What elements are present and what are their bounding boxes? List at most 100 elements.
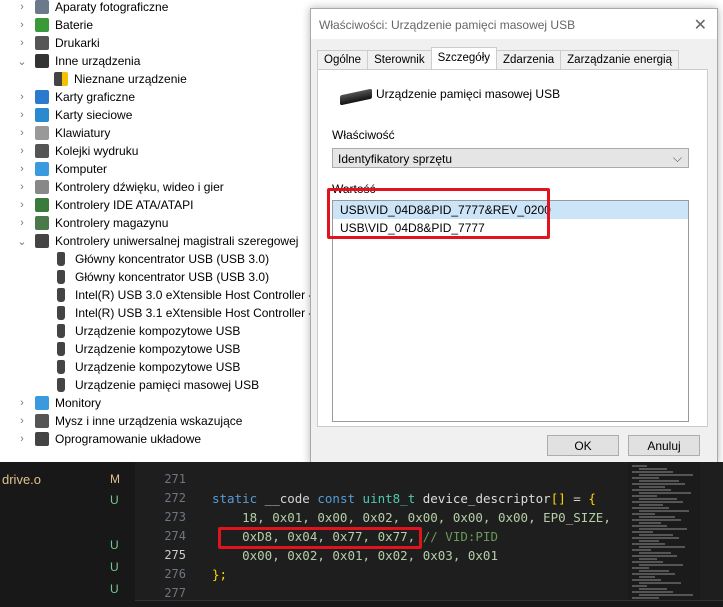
tree-label: Baterie xyxy=(55,18,94,32)
minimap-line xyxy=(639,504,663,506)
code-line-275[interactable]: 0x00, 0x02, 0x01, 0x02, 0x03, 0x01 xyxy=(212,548,498,563)
tab-power-management[interactable]: Zarządzanie energią xyxy=(560,50,679,70)
tree-device[interactable]: Główny koncentrator USB (USB 3.0) xyxy=(54,250,269,268)
chevron-right-icon[interactable]: › xyxy=(16,145,28,157)
close-icon[interactable]: ✕ xyxy=(694,15,707,35)
chevron-right-icon[interactable]: › xyxy=(16,397,28,409)
token: { xyxy=(588,491,596,506)
ok-button[interactable]: OK xyxy=(547,435,619,456)
minimap-line xyxy=(639,594,693,596)
tree-category[interactable]: ⌄ Kontrolery uniwersalnej magistrali szer… xyxy=(16,232,298,250)
minimap-line xyxy=(639,546,685,548)
minimap-line xyxy=(632,513,655,515)
chevron-right-icon[interactable]: › xyxy=(16,433,28,445)
tree-device[interactable]: Urządzenie kompozytowe USB xyxy=(54,322,240,340)
minimap-line xyxy=(632,579,661,581)
tree-label: Urządzenie kompozytowe USB xyxy=(75,324,241,338)
tree-category[interactable]: ⌄ Inne urządzenia xyxy=(16,52,140,70)
device-category-icon xyxy=(35,36,49,50)
tree-device[interactable]: Intel(R) USB 3.0 eXtensible Host Control… xyxy=(54,286,322,304)
tree-device[interactable]: Urządzenie kompozytowe USB xyxy=(54,340,240,358)
token: [] xyxy=(550,491,566,506)
device-category-icon xyxy=(35,216,49,230)
minimap-line xyxy=(639,552,671,554)
tree-category[interactable]: › Oprogramowanie układowe xyxy=(16,430,201,448)
tree-category[interactable]: › Klawiatury xyxy=(16,124,110,142)
minimap-line xyxy=(632,507,669,509)
tree-label: Klawiatury xyxy=(55,126,111,140)
tab-driver[interactable]: Sterownik xyxy=(367,50,432,70)
device-category-icon xyxy=(35,234,49,248)
chevron-right-icon[interactable]: › xyxy=(16,415,28,427)
tree-device[interactable]: Intel(R) USB 3.1 eXtensible Host Control… xyxy=(54,304,322,322)
tree-label: Komputer xyxy=(55,162,108,176)
device-category-icon xyxy=(35,180,49,194)
chevron-right-icon[interactable]: › xyxy=(16,91,28,103)
minimap-line xyxy=(632,537,679,539)
tree-category[interactable]: › Mysz i inne urządzenia wskazujące xyxy=(16,412,242,430)
cancel-button[interactable]: Anuluj xyxy=(628,435,700,456)
tab-details[interactable]: Szczegóły xyxy=(430,47,498,70)
minimap-line xyxy=(639,486,665,488)
file-item[interactable]: drive.o xyxy=(2,472,41,487)
tree-device[interactable]: Urządzenie pamięci masowej USB xyxy=(54,376,259,394)
tree-device[interactable]: Główny koncentrator USB (USB 3.0) xyxy=(54,268,269,286)
chevron-right-icon[interactable]: › xyxy=(16,1,28,13)
tree-category[interactable]: › Aparaty fotograficzne xyxy=(16,0,168,16)
tree-category[interactable]: › Karty sieciowe xyxy=(16,106,132,124)
code-line-273[interactable]: 18, 0x01, 0x00, 0x02, 0x00, 0x00, 0x00, … xyxy=(212,510,611,525)
minimap-line xyxy=(639,564,683,566)
tree-label: Główny koncentrator USB (USB 3.0) xyxy=(75,252,270,266)
minimap-line xyxy=(632,573,675,575)
tree-category[interactable]: › Kontrolery magazynu xyxy=(16,214,168,232)
minimap-line xyxy=(632,483,685,485)
tree-device[interactable]: Nieznane urządzenie xyxy=(54,70,187,88)
tree-device[interactable]: Urządzenie kompozytowe USB xyxy=(54,358,240,376)
minimap-line xyxy=(639,480,679,482)
tree-label: Mysz i inne urządzenia wskazujące xyxy=(55,414,243,428)
minimap-line xyxy=(632,495,657,497)
chevron-right-icon[interactable]: › xyxy=(16,127,28,139)
chevron-right-icon[interactable]: › xyxy=(16,19,28,31)
usb-icon xyxy=(57,270,65,284)
chevron-down-icon[interactable]: ⌄ xyxy=(16,235,28,248)
tree-category[interactable]: › Komputer xyxy=(16,160,107,178)
usb-icon xyxy=(57,252,65,266)
tab-events[interactable]: Zdarzenia xyxy=(496,50,562,70)
tree-category[interactable]: › Baterie xyxy=(16,16,93,34)
tree-label: Intel(R) USB 3.1 eXtensible Host Control… xyxy=(75,306,323,320)
git-status-untracked: U xyxy=(110,560,119,574)
token: const xyxy=(317,491,356,506)
tree-category[interactable]: › Kontrolery IDE ATA/ATAPI xyxy=(16,196,194,214)
token: uint8_t xyxy=(355,491,416,506)
device-category-icon xyxy=(35,414,49,428)
chevron-right-icon[interactable]: › xyxy=(16,217,28,229)
tree-label: Inne urządzenia xyxy=(55,54,141,68)
code-line-276[interactable]: }; xyxy=(212,567,227,582)
chevron-right-icon[interactable]: › xyxy=(16,37,28,49)
minimap-line xyxy=(639,534,673,536)
tree-category[interactable]: › Drukarki xyxy=(16,34,100,52)
chevron-right-icon[interactable]: › xyxy=(16,199,28,211)
device-category-icon xyxy=(35,162,49,176)
tree-category[interactable]: › Monitory xyxy=(16,394,101,412)
tree-category[interactable]: › Kontrolery dźwięku, wideo i gier xyxy=(16,178,224,196)
minimap[interactable] xyxy=(628,462,700,602)
tree-category[interactable]: › Kolejki wydruku xyxy=(16,142,138,160)
code-line-272[interactable]: static __code const uint8_t device_descr… xyxy=(212,491,596,506)
minimap-line xyxy=(632,489,671,491)
chevron-right-icon[interactable]: › xyxy=(16,109,28,121)
minimap-line xyxy=(632,567,649,569)
chevron-right-icon[interactable]: › xyxy=(16,181,28,193)
minimap-line xyxy=(639,492,691,494)
tree-category[interactable]: › Karty graficzne xyxy=(16,88,135,106)
minimap-line xyxy=(639,498,677,500)
property-select[interactable]: Identyfikatory sprzętu ⌵ xyxy=(332,148,689,168)
chevron-right-icon[interactable]: › xyxy=(16,163,28,175)
minimap-line xyxy=(639,510,689,512)
minimap-line xyxy=(632,519,681,521)
tree-label: Oprogramowanie układowe xyxy=(55,432,202,446)
chevron-down-icon[interactable]: ⌄ xyxy=(16,55,28,68)
tab-general[interactable]: Ogólne xyxy=(317,50,369,70)
highlight-box-vid-pid xyxy=(218,527,422,549)
